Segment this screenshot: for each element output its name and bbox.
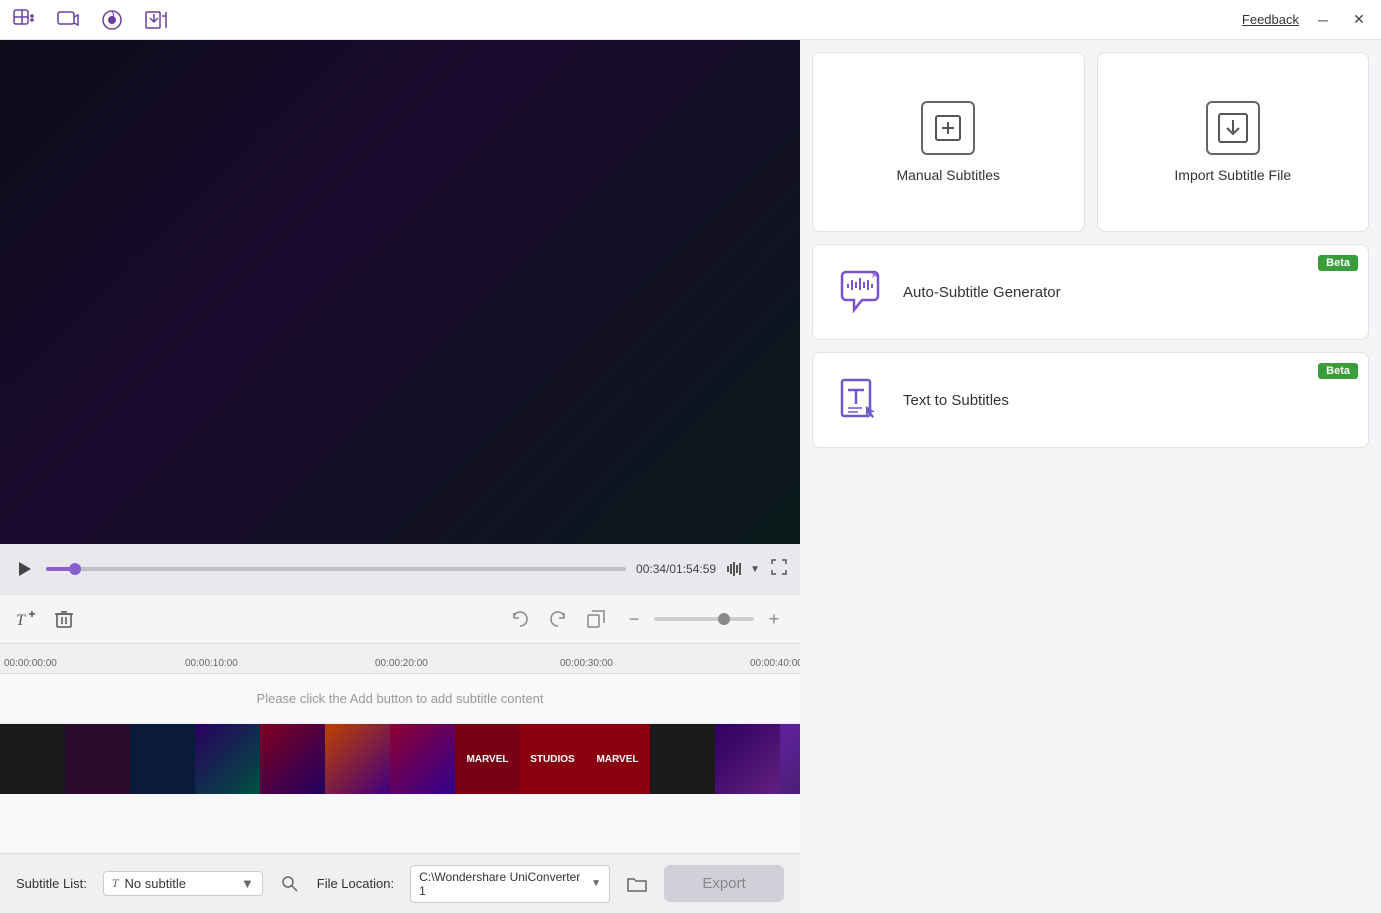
subtitle-select-value: No subtitle [125,876,235,891]
film-frame [195,724,260,794]
subtitle-select[interactable]: T No subtitle ▼ [103,871,263,896]
feedback-link[interactable]: Feedback [1242,12,1299,27]
film-frame [325,724,390,794]
import-subtitle-label: Import Subtitle File [1174,167,1291,183]
redo-button[interactable] [544,605,572,633]
film-frame: STUDIOS [520,724,585,794]
film-frame [65,724,130,794]
delete-subtitle-button[interactable] [50,605,78,633]
add-media-button[interactable] [10,6,38,34]
timeline-toolbar: T [0,594,800,644]
zoom-slider[interactable] [654,617,754,621]
subtitle-content-area: Please click the Add button to add subti… [0,674,800,724]
main-container: 00:34/01:54:59 ▼ [0,40,1381,913]
export-button[interactable]: Export [664,865,784,902]
subtitle-dropdown-arrow[interactable]: ▼ [241,876,254,891]
text-subtitle-label: Text to Subtitles [903,392,1009,409]
progress-handle[interactable] [69,563,81,575]
ruler-tick-3: 00:00:30:00 [560,658,613,669]
ruler-tick-4: 00:00:40:00 [750,658,800,669]
timeline-toolbar-left: T [12,605,78,633]
left-panel: 00:34/01:54:59 ▼ [0,40,800,913]
film-frame [780,724,800,794]
manual-subtitles-icon [921,101,975,155]
subtitle-list-label: Subtitle List: [16,876,87,891]
ruler-tick-0: 00:00:00:00 [4,658,57,669]
timeline-area: Please click the Add button to add subti… [0,674,800,853]
title-bar-right: Feedback ─ ✕ [1242,8,1371,32]
film-frame [260,724,325,794]
import-button[interactable] [142,6,170,34]
capture-button[interactable] [54,6,82,34]
toolbar-left [10,6,170,34]
minimize-button[interactable]: ─ [1311,8,1335,32]
bottom-bar: Subtitle List: T No subtitle ▼ File Loca… [0,853,800,913]
zoom-in-button[interactable]: + [760,605,788,633]
film-frame [0,724,65,794]
film-strip: MARVEL STUDIOS MARVEL [0,724,800,794]
add-subtitle-button[interactable]: T [12,605,40,633]
file-location-label: File Location: [317,876,394,891]
text-subtitle-card[interactable]: Beta Text to Subtitles [812,352,1369,448]
ruler-tick-1: 00:00:10:00 [185,658,238,669]
ruler-tick-2: 00:00:20:00 [375,658,428,669]
manual-subtitles-label: Manual Subtitles [896,167,1000,183]
auto-subtitle-card[interactable]: Beta Auto-Subtitle Generator [812,244,1369,340]
subtitle-options-row: Manual Subtitles Import Subtitle File [812,52,1369,232]
import-subtitle-card[interactable]: Import Subtitle File [1097,52,1370,232]
time-display: 00:34/01:54:59 [636,562,716,576]
film-frame: MARVEL [585,724,650,794]
progress-bar[interactable] [46,567,626,571]
subtitle-select-icon: T [112,876,119,891]
svg-text:T: T [16,612,26,629]
zoom-slider-container: − + [620,605,788,633]
text-subtitle-icon [833,373,887,427]
film-frame [130,724,195,794]
play-button[interactable] [12,557,36,581]
film-frame [390,724,455,794]
text-subtitle-beta-badge: Beta [1318,363,1358,379]
file-path-value: C:\Wondershare UniConverter 1 [419,870,585,898]
right-panel: Manual Subtitles Import Subtitle File Be… [800,40,1381,913]
timeline-toolbar-right: − + [506,605,788,633]
copy-button[interactable] [582,605,610,633]
timeline-ruler: 00:00:00:00 00:00:10:00 00:00:20:00 00:0… [0,644,800,674]
close-button[interactable]: ✕ [1347,8,1371,32]
film-frame [650,724,715,794]
film-frame: MARVEL [455,724,520,794]
file-path-dropdown-arrow[interactable]: ▼ [591,878,601,889]
zoom-handle[interactable] [718,613,730,625]
undo-button[interactable] [506,605,534,633]
video-area [0,40,800,544]
import-subtitle-icon [1206,101,1260,155]
folder-browse-button[interactable] [626,870,648,898]
auto-subtitle-icon [833,265,887,319]
subtitle-placeholder: Please click the Add button to add subti… [257,691,544,706]
film-frame [715,724,780,794]
title-bar: Feedback ─ ✕ [0,0,1381,40]
subtitle-search-button[interactable] [279,870,301,898]
file-path-select[interactable]: C:\Wondershare UniConverter 1 ▼ [410,865,610,903]
zoom-out-button[interactable]: − [620,605,648,633]
fullscreen-button[interactable] [770,558,788,581]
audio-dropdown-arrow[interactable]: ▼ [750,564,760,575]
manual-subtitles-card[interactable]: Manual Subtitles [812,52,1085,232]
audio-button[interactable]: ▼ [726,559,760,579]
player-controls: 00:34/01:54:59 ▼ [0,544,800,594]
screen-record-button[interactable] [98,6,126,34]
auto-subtitle-label: Auto-Subtitle Generator [903,284,1061,301]
film-frames: MARVEL STUDIOS MARVEL [0,724,800,794]
auto-subtitle-beta-badge: Beta [1318,255,1358,271]
